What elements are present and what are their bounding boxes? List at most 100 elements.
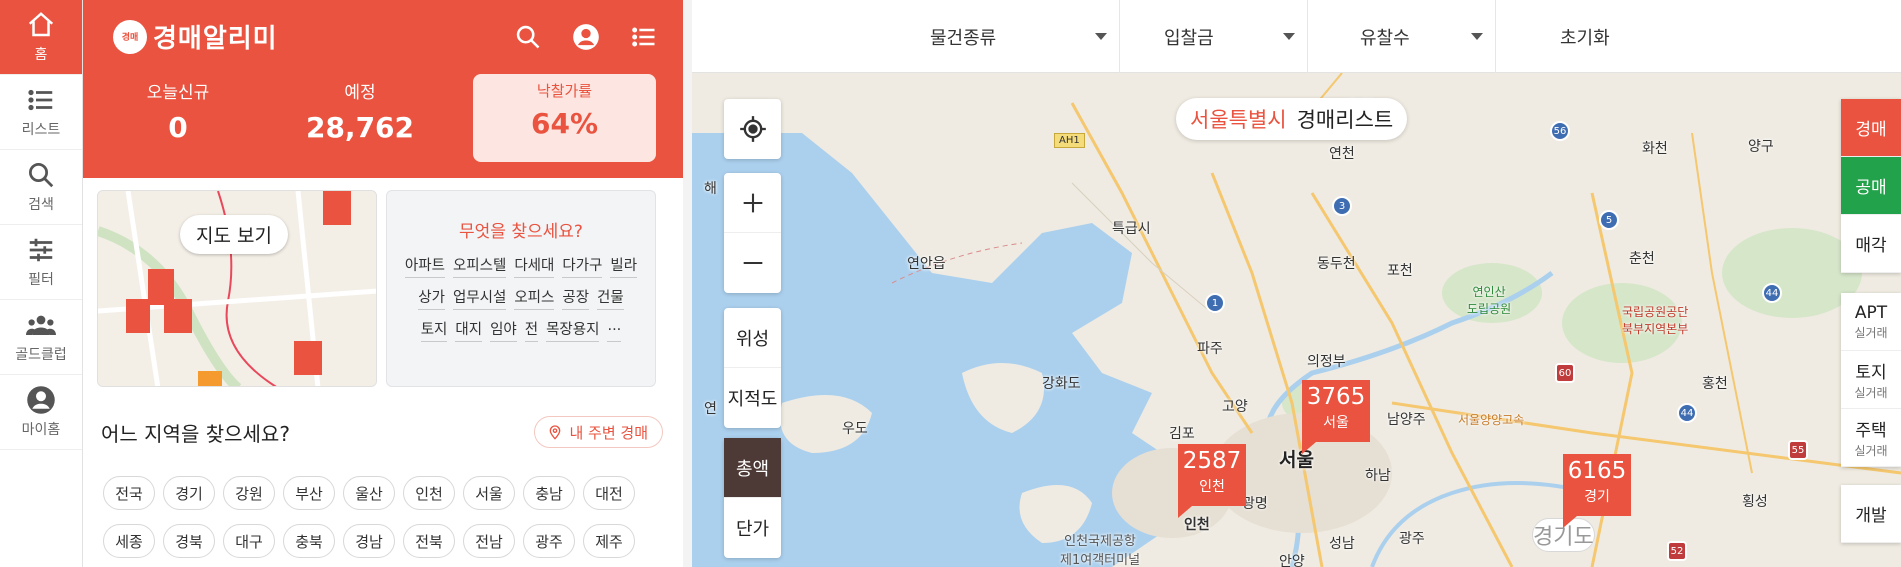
layer-control: 위성 지적도 xyxy=(724,308,781,428)
house-transaction-button[interactable]: 주택 실거래 xyxy=(1841,409,1901,467)
place-label: 의정부 xyxy=(1307,354,1346,370)
header-menu-button[interactable] xyxy=(625,18,663,56)
region-chip[interactable]: 울산 xyxy=(343,476,395,510)
region-chip[interactable]: 충남 xyxy=(523,476,575,510)
route-shield: 56 xyxy=(1550,121,1570,141)
stat-scheduled[interactable]: 예정 28,762 xyxy=(280,78,440,144)
map-background xyxy=(692,73,1901,567)
place-label: 파주 xyxy=(1197,341,1223,357)
header-account-button[interactable] xyxy=(567,18,605,56)
land-transaction-button[interactable]: 토지 실거래 xyxy=(1841,351,1901,409)
stat-today-new[interactable]: 오늘신규 0 xyxy=(98,78,258,144)
region-chip[interactable]: 광주 xyxy=(523,524,575,558)
place-label: 광주 xyxy=(1399,531,1425,547)
region-chip[interactable]: 제주 xyxy=(583,524,635,558)
route-shield: 60 xyxy=(1555,363,1575,383)
zoom-in-button[interactable] xyxy=(724,173,781,233)
region-chip[interactable]: 전남 xyxy=(463,524,515,558)
tag-item[interactable]: 목장용지 xyxy=(546,318,600,342)
auction-button[interactable]: 경매 xyxy=(1841,99,1901,157)
chevron-down-icon xyxy=(1095,33,1107,40)
tag-item[interactable]: 상가 xyxy=(418,286,445,310)
region-chip[interactable]: 경기 xyxy=(163,476,215,510)
sale-button[interactable]: 매각 xyxy=(1841,215,1901,273)
tag-item[interactable]: 업무시설 xyxy=(452,286,507,310)
development-button[interactable]: 개발 xyxy=(1841,485,1901,543)
region-chip[interactable]: 대전 xyxy=(583,476,635,510)
tag-item[interactable]: 건물 xyxy=(597,286,624,310)
route-shield: 55 xyxy=(1788,440,1808,460)
tag-item[interactable]: 오피스텔 xyxy=(452,254,507,278)
map-marker[interactable]: 2587 인천 xyxy=(1178,444,1246,518)
zoom-out-button[interactable] xyxy=(724,233,781,293)
apt-transaction-button[interactable]: APT 실거래 xyxy=(1841,293,1901,351)
place-label: 연천 xyxy=(1329,146,1355,162)
public-auction-button[interactable]: 공매 xyxy=(1841,157,1901,215)
map-view-button[interactable]: 지도 보기 xyxy=(180,215,288,254)
search-icon xyxy=(29,163,54,188)
map-view[interactable]: 철원 연천 화천 양구 특급시 연안읍 동두천 포천 춘천 파주 의정부 고양 … xyxy=(692,73,1901,567)
tag-item[interactable]: 다세대 xyxy=(514,254,555,278)
tag-item[interactable]: 대지 xyxy=(455,318,483,342)
place-label: 특급시 xyxy=(1112,221,1151,237)
tag-item[interactable]: 임야 xyxy=(490,318,517,342)
region-chip[interactable]: 경남 xyxy=(343,524,395,558)
map-thumbnail[interactable]: 지도 보기 xyxy=(97,190,377,387)
tag-item[interactable]: 오피스 xyxy=(514,286,555,310)
region-chip[interactable]: 경북 xyxy=(163,524,215,558)
nearby-auction-button[interactable]: 내 주변 경매 xyxy=(534,416,663,448)
region-chip[interactable]: 충북 xyxy=(283,524,335,558)
region-chip[interactable]: 세종 xyxy=(103,524,155,558)
locate-button[interactable] xyxy=(724,99,781,159)
route-shield: 5 xyxy=(1599,210,1619,230)
nav-search[interactable]: 검색 xyxy=(0,150,82,225)
region-chip[interactable]: 부산 xyxy=(283,476,335,510)
route-shield: 52 xyxy=(1667,541,1687,561)
nav-filter[interactable]: 필터 xyxy=(0,225,82,300)
total-price-button[interactable]: 총액 xyxy=(724,438,781,498)
tag-item[interactable]: 토지 xyxy=(420,318,448,342)
tag-item[interactable]: 전 xyxy=(524,318,539,342)
nav-goldclub[interactable]: 골드클럽 xyxy=(0,300,82,375)
region-chip[interactable]: 전북 xyxy=(403,524,455,558)
locate-control xyxy=(724,99,781,159)
map-marker[interactable]: 6165 경기 xyxy=(1563,454,1631,528)
filter-property-type[interactable]: 물건종류 xyxy=(930,0,1120,73)
satellite-button[interactable]: 위성 xyxy=(724,308,781,368)
place-label: 강화도 xyxy=(1042,376,1081,392)
nav-home[interactable]: 홈 xyxy=(0,0,82,75)
filter-bar: 물건종류 입찰금 유찰수 초기화 xyxy=(692,0,1901,73)
stat-win-rate[interactable]: 낙찰가률 64% xyxy=(473,74,656,162)
tag-item[interactable]: ... xyxy=(607,318,622,342)
region-chip[interactable]: 전국 xyxy=(103,476,155,510)
map-marker[interactable]: 3765 서울 xyxy=(1302,380,1370,454)
filter-fail-count[interactable]: 유찰수 xyxy=(1308,0,1496,73)
tag-item[interactable]: 빌라 xyxy=(610,254,638,278)
tag-item[interactable]: 공장 xyxy=(562,286,590,310)
region-chip[interactable]: 대구 xyxy=(223,524,275,558)
tag-item[interactable]: 다가구 xyxy=(562,254,603,278)
nav-myhome[interactable]: 마이홈 xyxy=(0,375,82,450)
header-search-button[interactable] xyxy=(509,18,547,56)
tag-item[interactable]: 아파트 xyxy=(404,254,445,278)
logo-text: 경매알리미 xyxy=(153,24,278,54)
menu-list-icon xyxy=(632,27,655,47)
place-label: 홍천 xyxy=(1702,376,1728,392)
property-type-tags: 아파트 오피스텔 다세대 다가구 빌라 상가 업무시설 오피스 공장 건물 토지… xyxy=(401,254,641,342)
unit-price-button[interactable]: 단가 xyxy=(724,498,781,558)
region-chip[interactable]: 서울 xyxy=(463,476,515,510)
region-chip[interactable]: 강원 xyxy=(223,476,275,510)
filter-bid[interactable]: 입찰금 xyxy=(1120,0,1308,73)
reset-button[interactable]: 초기화 xyxy=(1560,0,1610,73)
chevron-down-icon xyxy=(1471,33,1483,40)
price-mode-control: 총액 단가 xyxy=(724,438,781,558)
place-label: 하남 xyxy=(1365,468,1391,484)
place-label: 고양 xyxy=(1222,399,1248,415)
plus-icon xyxy=(743,193,762,212)
app-logo[interactable]: 경매 경매알리미 xyxy=(113,18,278,55)
cadastral-button[interactable]: 지적도 xyxy=(724,368,781,428)
account-icon xyxy=(573,24,599,50)
nav-list[interactable]: 리스트 xyxy=(0,75,82,150)
region-chip[interactable]: 인천 xyxy=(403,476,455,510)
place-label: 연 xyxy=(704,401,717,417)
